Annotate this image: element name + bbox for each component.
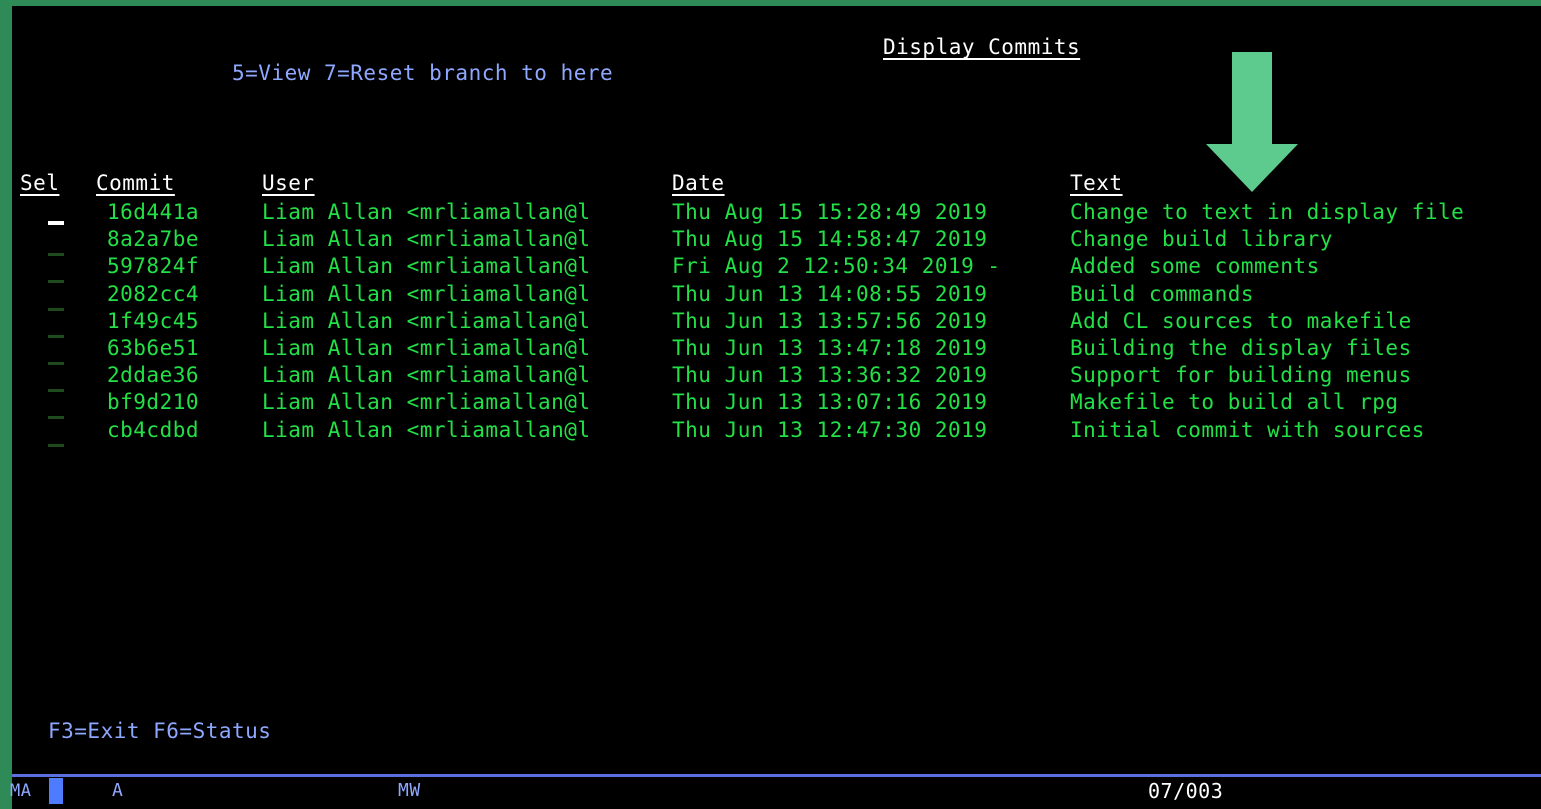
commit-date: Thu Jun 13 14:08:55 2019 — [672, 282, 988, 306]
commit-id: bf9d210 — [107, 390, 200, 414]
column-header-sel: Sel — [20, 171, 60, 195]
selection-input[interactable] — [48, 221, 64, 225]
commit-text: Change build library — [1070, 227, 1333, 251]
column-header-text: Text — [1070, 171, 1123, 195]
commit-user: Liam Allan <mrliamallan@l — [262, 336, 591, 360]
down-arrow-icon — [1206, 52, 1298, 192]
commit-user: Liam Allan <mrliamallan@l — [262, 227, 591, 251]
status-indicator-ma: MA — [10, 781, 32, 801]
commit-text: Support for building menus — [1070, 363, 1412, 387]
commit-text: Build commands — [1070, 282, 1255, 306]
commit-user: Liam Allan <mrliamallan@l — [262, 200, 591, 224]
selection-input[interactable] — [48, 444, 64, 447]
status-indicator-mw: MW — [398, 780, 421, 801]
selection-input[interactable] — [48, 335, 64, 338]
commit-date: Fri Aug 2 12:50:34 2019 - — [672, 254, 1001, 278]
commit-date: Thu Jun 13 12:47:30 2019 — [672, 418, 988, 442]
commit-id: 16d441a — [107, 200, 200, 224]
commit-id: 8a2a7be — [107, 227, 200, 251]
commit-date: Thu Jun 13 13:07:16 2019 — [672, 390, 988, 414]
commit-user: Liam Allan <mrliamallan@l — [262, 418, 591, 442]
selection-input[interactable] — [48, 308, 64, 311]
cursor-block — [49, 778, 63, 804]
commit-id: 2082cc4 — [107, 282, 200, 306]
selection-input[interactable] — [48, 389, 64, 392]
commit-text: Initial commit with sources — [1070, 418, 1425, 442]
commit-id: 2ddae36 — [107, 363, 200, 387]
commit-user: Liam Allan <mrliamallan@l — [262, 363, 591, 387]
commit-id: 597824f — [107, 254, 200, 278]
commit-text: Change to text in display file — [1070, 200, 1465, 224]
selection-input[interactable] — [48, 362, 64, 365]
commit-text: Building the display files — [1070, 336, 1412, 360]
commit-id: 63b6e51 — [107, 336, 200, 360]
commit-text: Add CL sources to makefile — [1070, 309, 1412, 333]
cursor-position: 07/003 — [1148, 779, 1224, 803]
status-indicator-a: A — [112, 780, 124, 801]
commit-user: Liam Allan <mrliamallan@l — [262, 254, 591, 278]
commit-date: Thu Aug 15 14:58:47 2019 — [672, 227, 988, 251]
selection-input[interactable] — [48, 253, 64, 256]
selection-input[interactable] — [48, 416, 64, 419]
commit-id: 1f49c45 — [107, 309, 200, 333]
commit-user: Liam Allan <mrliamallan@l — [262, 282, 591, 306]
column-header-date: Date — [672, 171, 725, 195]
commit-user: Liam Allan <mrliamallan@l — [262, 390, 591, 414]
commit-date: Thu Jun 13 13:47:18 2019 — [672, 336, 988, 360]
status-divider — [12, 774, 1541, 777]
options-legend: 5=View 7=Reset branch to here — [232, 61, 614, 85]
selection-input[interactable] — [48, 280, 64, 283]
commit-date: Thu Jun 13 13:57:56 2019 — [672, 309, 988, 333]
commit-date: Thu Jun 13 13:36:32 2019 — [672, 363, 988, 387]
page-title: Display Commits — [883, 35, 1081, 59]
function-keys-legend: F3=Exit F6=Status — [48, 719, 272, 743]
column-header-user: User — [262, 171, 315, 195]
terminal-screen: Display Commits 5=View 7=Reset branch to… — [10, 6, 1541, 809]
commit-text: Added some comments — [1070, 254, 1320, 278]
column-header-commit: Commit — [96, 171, 175, 195]
commit-date: Thu Aug 15 15:28:49 2019 — [672, 200, 988, 224]
commit-user: Liam Allan <mrliamallan@l — [262, 309, 591, 333]
commit-text: Makefile to build all rpg — [1070, 390, 1399, 414]
commit-id: cb4cdbd — [107, 418, 200, 442]
